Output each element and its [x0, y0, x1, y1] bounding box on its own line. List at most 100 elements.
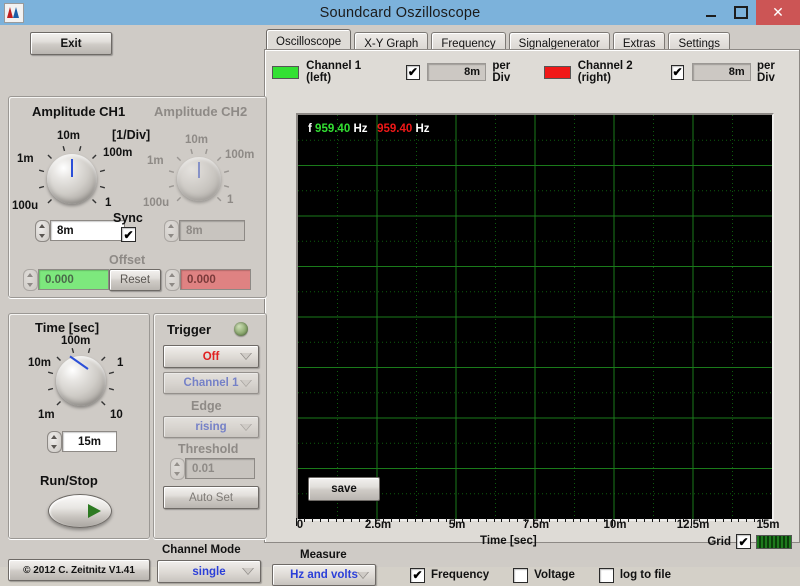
amplitude-ch2-tick-10m: 10m: [185, 134, 209, 146]
offset-ch2-value[interactable]: 0.000: [180, 269, 251, 290]
trigger-threshold-value[interactable]: 0.01: [185, 458, 255, 479]
log-to-file-checkbox[interactable]: [598, 567, 614, 583]
channel-mode-dropdown[interactable]: single: [157, 560, 261, 583]
channel1-enable-checkbox[interactable]: [406, 64, 420, 80]
time-tick-1: 1: [117, 357, 124, 369]
xtick-10m: 10m: [603, 519, 627, 531]
runstop-label: Run/Stop: [40, 473, 98, 488]
trigger-threshold-stepper[interactable]: [170, 458, 185, 480]
run-stop-button[interactable]: [48, 494, 112, 528]
channel2-frequency-unit: Hz: [415, 123, 430, 135]
channel1-label: Channel 1 (left): [306, 60, 362, 84]
amplitude-ch1-knob[interactable]: [47, 154, 97, 204]
amplitude-ch2-tick-1m: 1m: [147, 155, 164, 167]
channel1-perdiv-value[interactable]: 8m: [426, 63, 487, 81]
amplitude-ch2-knob[interactable]: [177, 157, 221, 201]
trigger-edge-dropdown[interactable]: rising: [163, 416, 259, 438]
amplitude-ch1-tick-10m: 10m: [57, 130, 81, 142]
amplitude-ch2-stepper[interactable]: [164, 220, 179, 242]
channel1-frequency-value: 959.40: [315, 123, 351, 135]
trigger-group: Trigger Off Channel 1 Edge rising Thresh…: [153, 313, 267, 539]
chevron-down-icon: [242, 568, 254, 575]
time-title: Time [sec]: [35, 320, 100, 335]
amplitude-ch2-tick-100m: 100m: [225, 149, 255, 161]
grid-checkbox[interactable]: [736, 534, 751, 549]
freq-prefix: f: [308, 123, 312, 135]
measure-mode-value: Hz and volts: [290, 569, 358, 581]
channel2-enable-checkbox[interactable]: [670, 64, 685, 80]
channel2-perdiv-value[interactable]: 8m: [691, 63, 751, 81]
amplitude-ch1-tick-1m: 1m: [17, 153, 34, 165]
time-tick-1m: 1m: [38, 409, 55, 421]
channel1-perdiv-label: per Div: [492, 60, 511, 84]
copyright-button[interactable]: © 2012 C. Zeitnitz V1.41: [8, 559, 150, 581]
time-value[interactable]: 15m: [62, 431, 117, 452]
xtick-12p5m: 12.5m: [676, 519, 710, 531]
trigger-edge-label: Edge: [191, 399, 222, 413]
frequency-checkbox[interactable]: [410, 567, 425, 583]
amplitude-ch1-title: Amplitude CH1: [32, 104, 126, 119]
measure-row: Hz and volts Frequency Voltage log to fi…: [272, 564, 792, 586]
voltage-checkbox-label: Voltage: [534, 569, 575, 581]
sync-label: Sync: [113, 211, 143, 225]
save-button[interactable]: save: [308, 477, 380, 501]
chevron-down-icon: [357, 571, 369, 579]
time-group: Time [sec] 100m 10m 1 1m 10 15m Run/Stop: [8, 313, 150, 539]
channel-mode-label: Channel Mode: [162, 544, 241, 556]
trigger-edge-value: rising: [195, 421, 227, 433]
maximize-button[interactable]: [726, 0, 756, 25]
amplitude-ch1-tick-100u: 100u: [12, 200, 39, 212]
minimize-button[interactable]: [696, 0, 726, 25]
measure-mode-dropdown[interactable]: Hz and volts: [272, 564, 376, 586]
offset-ch1-value[interactable]: 0.000: [38, 269, 109, 290]
time-knob[interactable]: [56, 355, 106, 406]
log-to-file-label: log to file: [619, 569, 671, 581]
xtick-7p5m: 7.5m: [522, 519, 550, 531]
frequency-checkbox-label: Frequency: [431, 569, 490, 581]
amplitude-ch1-tick-1: 1: [105, 197, 112, 209]
channel1-frequency-unit: Hz: [353, 123, 368, 135]
scope-display[interactable]: f 959.40 Hz 959.40 Hz save: [296, 113, 774, 521]
channel1-color-swatch: [272, 65, 300, 79]
scope-canvas: [298, 115, 772, 519]
sync-checkbox[interactable]: [121, 227, 136, 242]
channel2-perdiv-label: per Div: [756, 60, 775, 84]
chevron-down-icon: [240, 353, 252, 360]
grid-color-swatch[interactable]: [756, 534, 792, 549]
amplitude-group: Amplitude CH1 Amplitude CH2 [1/Div] 1m 1…: [8, 96, 267, 298]
frequency-readout: f 959.40 Hz 959.40 Hz: [308, 123, 430, 135]
exit-button[interactable]: Exit: [30, 32, 112, 55]
main-body: Exit Oscilloscope X-Y Graph Frequency Si…: [0, 25, 800, 586]
x-axis-labels: 0 2.5m 5m 7.5m 10m 12.5m 15m: [272, 519, 782, 533]
amplitude-ch2-value[interactable]: 8m: [179, 220, 245, 241]
xtick-5m: 5m: [448, 519, 466, 531]
auto-set-button[interactable]: Auto Set: [163, 486, 259, 509]
window-controls: ✕: [696, 0, 800, 25]
amplitude-ch1-tick-100m: 100m: [103, 147, 133, 159]
chevron-down-icon: [240, 379, 252, 387]
offset-ch2-stepper[interactable]: [165, 269, 180, 291]
offset-label: Offset: [109, 253, 146, 267]
trigger-title: Trigger: [167, 322, 212, 337]
play-icon: [88, 504, 101, 518]
amplitude-ch1-stepper[interactable]: [35, 220, 50, 242]
x-axis-title: Time [sec]: [480, 535, 537, 547]
title-bar: Soundcard Oszilloscope ✕: [0, 0, 800, 25]
measure-label: Measure: [300, 549, 347, 561]
voltage-checkbox[interactable]: [513, 567, 529, 583]
grid-label: Grid: [707, 535, 731, 548]
amplitude-ch2-tick-100u: 100u: [143, 197, 170, 209]
amplitude-ch2-title: Amplitude CH2: [154, 104, 248, 119]
close-button[interactable]: ✕: [756, 0, 800, 25]
xtick-2p5m: 2.5m: [364, 519, 392, 531]
time-stepper[interactable]: [47, 431, 62, 453]
trigger-source-value: Channel 1: [183, 377, 239, 389]
time-tick-10m: 10m: [28, 357, 52, 369]
offset-reset-button[interactable]: Reset: [109, 269, 161, 291]
xtick-0: 0: [296, 519, 304, 531]
trigger-mode-dropdown[interactable]: Off: [163, 345, 259, 368]
offset-ch1-stepper[interactable]: [23, 269, 38, 291]
channel-mode-value: single: [192, 565, 226, 578]
trigger-led-icon: [234, 322, 248, 336]
trigger-source-dropdown[interactable]: Channel 1: [163, 372, 259, 394]
